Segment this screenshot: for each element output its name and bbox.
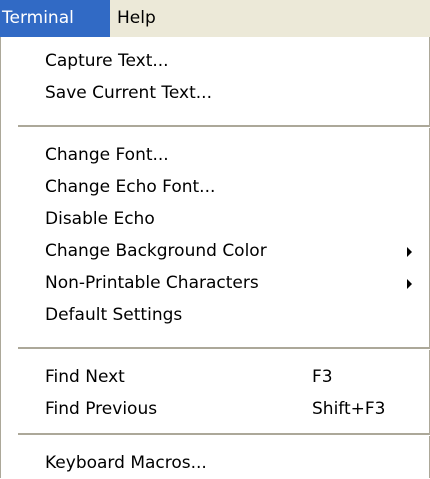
menu-item-capture-text[interactable]: Capture Text... (1, 45, 429, 77)
menu-item-label: Change Font... (45, 145, 169, 165)
menu-item-change-echo-font[interactable]: Change Echo Font... (1, 171, 429, 203)
menu-item-save-current-text[interactable]: Save Current Text... (1, 77, 429, 109)
shortcut-label: F3 (312, 367, 333, 387)
menu-item-label: Keyboard Macros... (45, 453, 207, 473)
menu-separator (18, 347, 430, 350)
menubar-item-help[interactable]: Help (115, 0, 175, 37)
menu-item-label: Non-Printable Characters (45, 273, 259, 293)
submenu-arrow-icon (407, 247, 412, 257)
menu-item-label: Save Current Text... (45, 83, 212, 103)
menubar-item-terminal[interactable]: Terminal (0, 0, 110, 37)
menu-item-default-settings[interactable]: Default Settings (1, 299, 429, 331)
menu-item-find-next[interactable]: Find Next F3 (1, 361, 429, 393)
menu-item-label: Capture Text... (45, 51, 169, 71)
menu-item-label: Default Settings (45, 305, 183, 325)
menu-item-change-font[interactable]: Change Font... (1, 139, 429, 171)
menu-item-label: Disable Echo (45, 209, 155, 229)
menu-item-disable-echo[interactable]: Disable Echo (1, 203, 429, 235)
shortcut-label: Shift+F3 (312, 399, 386, 419)
menu-item-label: Change Background Color (45, 241, 267, 261)
menu-item-label: Find Previous (45, 399, 158, 419)
menu-separator (18, 433, 430, 436)
terminal-dropdown-menu: Capture Text... Save Current Text... Cha… (0, 37, 430, 478)
menu-item-non-printable-characters[interactable]: Non-Printable Characters (1, 267, 429, 299)
menu-item-find-previous[interactable]: Find Previous Shift+F3 (1, 393, 429, 425)
menu-item-change-background-color[interactable]: Change Background Color (1, 235, 429, 267)
menu-item-keyboard-macros[interactable]: Keyboard Macros... (1, 447, 429, 479)
menu-item-label: Find Next (45, 367, 125, 387)
menu-separator (18, 125, 430, 128)
menu-bar: Terminal Help (0, 0, 430, 37)
menu-item-label: Change Echo Font... (45, 177, 216, 197)
submenu-arrow-icon (407, 279, 412, 289)
